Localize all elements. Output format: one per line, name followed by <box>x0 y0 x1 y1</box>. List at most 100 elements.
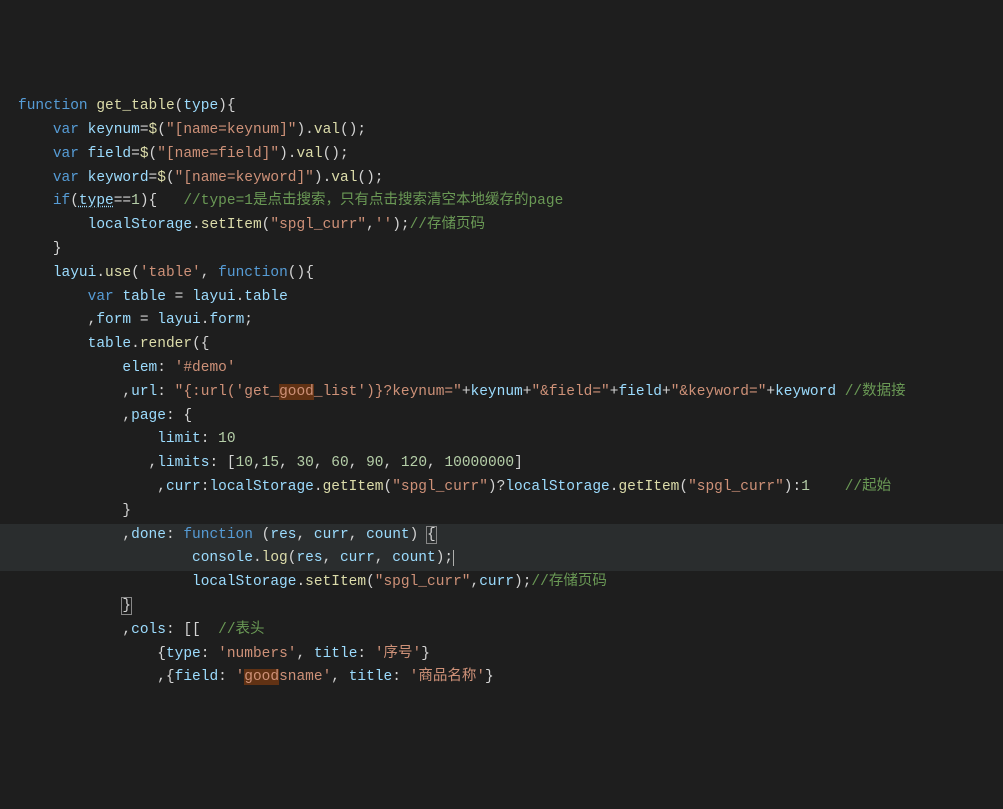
code-token: + <box>462 384 471 400</box>
code-token: _list')}?keynum=" <box>314 384 462 400</box>
code-token: ' <box>236 669 245 685</box>
code-token: curr <box>340 550 375 566</box>
code-token: == <box>114 193 131 209</box>
code-token: , <box>296 646 313 662</box>
code-token: . <box>253 550 262 566</box>
code-token: , <box>314 455 331 471</box>
code-token: keyword <box>88 170 149 186</box>
code-line[interactable]: limit: 10 <box>18 428 1003 452</box>
code-token: val <box>314 122 340 138</box>
code-token: (); <box>340 122 366 138</box>
code-line[interactable]: console.log(res, curr, count); <box>0 547 1003 571</box>
code-token: : <box>357 646 374 662</box>
code-token: //存储页码 <box>410 217 485 233</box>
code-token: , <box>201 265 218 281</box>
code-token: localStorage <box>209 479 313 495</box>
code-token: 'numbers' <box>218 646 296 662</box>
code-token: use <box>105 265 131 281</box>
code-token: console <box>192 550 253 566</box>
code-line[interactable]: ,cols: [[ //表头 <box>18 619 1003 643</box>
code-token: 120 <box>401 455 427 471</box>
code-line[interactable]: var keynum=$("[name=keynum]").val(); <box>18 119 1003 143</box>
code-token: res <box>296 550 322 566</box>
code-token: "[name=field]" <box>157 146 279 162</box>
code-token: } <box>485 669 494 685</box>
code-token <box>810 479 845 495</box>
code-token: . <box>192 217 201 233</box>
code-line[interactable]: ,{field: 'goodsname', title: '商品名称'} <box>18 666 1003 690</box>
code-editor[interactable]: function get_table(type){ var keynum=$("… <box>18 95 1003 690</box>
code-token: function <box>183 527 253 543</box>
code-line[interactable]: } <box>18 595 1003 619</box>
code-token: "{:url('get_ <box>175 384 279 400</box>
code-token: 30 <box>296 455 313 471</box>
code-line[interactable]: ,page: { <box>18 405 1003 429</box>
code-token: localStorage <box>505 479 609 495</box>
code-token: field <box>88 146 132 162</box>
code-token: get_table <box>96 98 174 114</box>
code-token: "[name=keynum]" <box>166 122 297 138</box>
code-token: type <box>79 193 114 209</box>
code-line[interactable]: localStorage.setItem("spgl_curr",curr);/… <box>18 571 1003 595</box>
code-token: ( <box>366 574 375 590</box>
code-token: 1 <box>801 479 810 495</box>
code-token: : [ <box>209 455 235 471</box>
code-line[interactable]: ,form = layui.form; <box>18 309 1003 333</box>
code-line[interactable]: elem: '#demo' <box>18 357 1003 381</box>
code-line[interactable]: var table = layui.table <box>18 286 1003 310</box>
code-token: good <box>279 384 314 400</box>
code-token: '序号' <box>375 646 421 662</box>
code-line[interactable]: ,curr:localStorage.getItem("spgl_curr")?… <box>18 476 1003 500</box>
code-token: : [[ <box>166 622 218 638</box>
code-token: getItem <box>618 479 679 495</box>
code-token: var <box>88 289 114 305</box>
code-line[interactable]: localStorage.setItem("spgl_curr",'');//存… <box>18 214 1003 238</box>
code-line[interactable]: function get_table(type){ <box>18 95 1003 119</box>
code-token: val <box>331 170 357 186</box>
code-token: (){ <box>288 265 314 281</box>
code-line[interactable]: ,limits: [10,15, 30, 60, 90, 120, 100000… <box>18 452 1003 476</box>
code-token: : <box>201 431 218 447</box>
code-token: elem <box>122 360 157 376</box>
code-token: = <box>140 122 149 138</box>
code-token: good <box>244 669 279 685</box>
code-token: sname' <box>279 669 331 685</box>
code-token: . <box>96 265 105 281</box>
code-token: , <box>122 527 131 543</box>
code-token: $ <box>149 122 158 138</box>
code-token: ( <box>253 527 270 543</box>
code-token: keynum <box>471 384 523 400</box>
code-token: ); <box>436 550 453 566</box>
code-token: } <box>53 241 62 257</box>
code-line[interactable]: } <box>18 500 1003 524</box>
code-token: ( <box>70 193 79 209</box>
code-line[interactable]: layui.use('table', function(){ <box>18 262 1003 286</box>
code-line[interactable]: var keyword=$("[name=keyword]").val(); <box>18 167 1003 191</box>
code-line[interactable]: table.render({ <box>18 333 1003 357</box>
code-token <box>79 170 88 186</box>
code-line[interactable]: {type: 'numbers', title: '序号'} <box>18 643 1003 667</box>
code-token: + <box>766 384 775 400</box>
code-token: "spgl_curr" <box>375 574 471 590</box>
code-line[interactable]: ,url: "{:url('get_good_list')}?keynum="+… <box>18 381 1003 405</box>
code-line[interactable]: ,done: function (res, curr, count) { <box>0 524 1003 548</box>
code-token: ){ <box>218 98 235 114</box>
code-token: table <box>244 289 288 305</box>
code-line[interactable]: var field=$("[name=field]").val(); <box>18 143 1003 167</box>
code-token: , <box>157 479 166 495</box>
code-line[interactable]: if(type==1){ //type=1是点击搜索，只有点击搜索清空本地缓存的… <box>18 190 1003 214</box>
code-token: = <box>166 289 192 305</box>
code-token: curr <box>479 574 514 590</box>
code-token: limit <box>157 431 201 447</box>
code-token: ; <box>244 312 253 328</box>
code-token: , <box>427 455 444 471</box>
code-token: var <box>53 122 79 138</box>
code-token: = <box>131 146 140 162</box>
code-token: , <box>375 550 392 566</box>
code-token: , <box>349 527 366 543</box>
code-token: var <box>53 146 79 162</box>
code-token: 'table' <box>140 265 201 281</box>
code-line[interactable]: } <box>18 238 1003 262</box>
code-token: , <box>384 455 401 471</box>
code-token: 10000000 <box>444 455 514 471</box>
